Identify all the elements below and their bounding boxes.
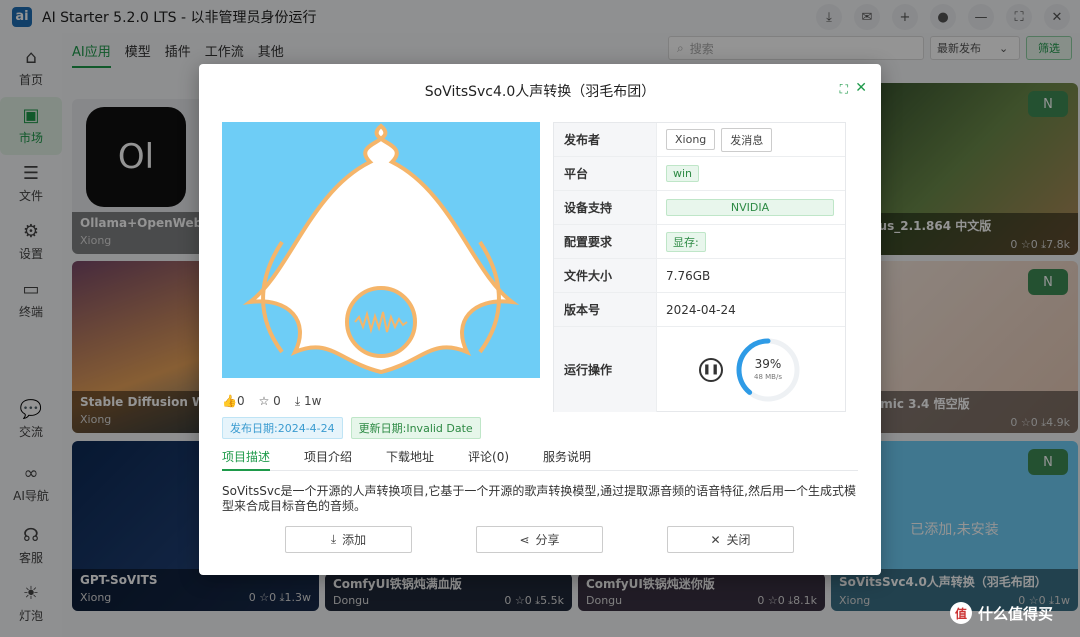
tab-project-intro[interactable]: 项目介绍 <box>304 446 352 471</box>
dialog-title: SoVitsSvc4.0人声转换（羽毛布团） <box>424 84 656 100</box>
share-label: 分享 <box>535 533 560 547</box>
share-icon: ⋖ <box>519 532 530 547</box>
add-label: 添加 <box>342 533 367 547</box>
publisher-label: 发布者 <box>554 123 657 156</box>
tab-service-terms[interactable]: 服务说明 <box>543 446 591 471</box>
add-button[interactable]: ⤓ 添加 <box>285 526 412 553</box>
feather-mascot-illustration <box>242 123 520 375</box>
project-description: SoVitsSvc是一个开源的人声转换项目,它基于一个开源的歌声转换模型,通过提… <box>222 484 856 513</box>
pause-icon: ❚❚ <box>702 364 720 375</box>
run-action-label: 运行操作 <box>554 327 657 412</box>
download-progress-ring: 39% 48 MB/s <box>735 337 801 403</box>
publisher-button[interactable]: Xiong <box>666 129 716 150</box>
share-button[interactable]: ⋖ 分享 <box>476 526 603 553</box>
send-message-button[interactable]: 发消息 <box>721 127 773 152</box>
watermark: 值 什么值得买 <box>950 602 1053 624</box>
vram-tag: 显存: <box>666 231 706 252</box>
close-icon: ✕ <box>710 532 721 547</box>
tab-project-description[interactable]: 项目描述 <box>222 446 271 471</box>
app-stats: 👍0 ☆ 0 ⤓ 1w <box>222 394 321 409</box>
expand-icon[interactable]: ⛶ <box>840 82 848 97</box>
filesize-label: 文件大小 <box>554 259 657 292</box>
app-cover-image <box>222 122 540 378</box>
close-icon[interactable]: ✕ <box>855 80 867 96</box>
detail-tabs: 项目描述 项目介绍 下载地址 评论(0) 服务说明 <box>222 446 858 471</box>
version-value: 2024-04-24 <box>666 302 736 317</box>
app-info-table: 发布者 Xiong 发消息 平台 win 设备支持 NVIDIA 配置要求 显存… <box>553 122 846 412</box>
device-tag: NVIDIA <box>666 199 834 216</box>
pause-button[interactable]: ❚❚ <box>699 357 723 382</box>
requirements-label: 配置要求 <box>554 225 657 258</box>
download-speed: 48 MB/s <box>754 372 782 381</box>
version-label: 版本号 <box>554 293 657 326</box>
platform-tag: win <box>666 165 700 182</box>
star-count[interactable]: ☆ 0 <box>259 394 281 409</box>
platform-label: 平台 <box>554 157 657 190</box>
download-icon: ⤓ <box>330 532 337 546</box>
watermark-text: 什么值得买 <box>978 604 1054 623</box>
filesize-value: 7.76GB <box>666 268 711 283</box>
update-date-tag: 更新日期:Invalid Date <box>350 417 481 439</box>
device-label: 设备支持 <box>554 191 657 224</box>
watermark-logo: 值 <box>950 602 972 624</box>
download-count: ⤓ 1w <box>294 394 322 408</box>
close-label: 关闭 <box>726 533 751 547</box>
close-button[interactable]: ✕ 关闭 <box>667 526 794 553</box>
publish-date-tag: 发布日期:2024-4-24 <box>222 417 343 439</box>
like-count[interactable]: 👍0 <box>222 394 245 409</box>
progress-percent: 39% <box>754 356 782 371</box>
app-detail-dialog: SoVitsSvc4.0人声转换（羽毛布团） ⛶ ✕ 👍0 ☆ 0 ⤓ 1w 发… <box>199 64 881 575</box>
tab-comments[interactable]: 评论(0) <box>468 446 509 471</box>
tab-download-links[interactable]: 下载地址 <box>386 446 434 471</box>
